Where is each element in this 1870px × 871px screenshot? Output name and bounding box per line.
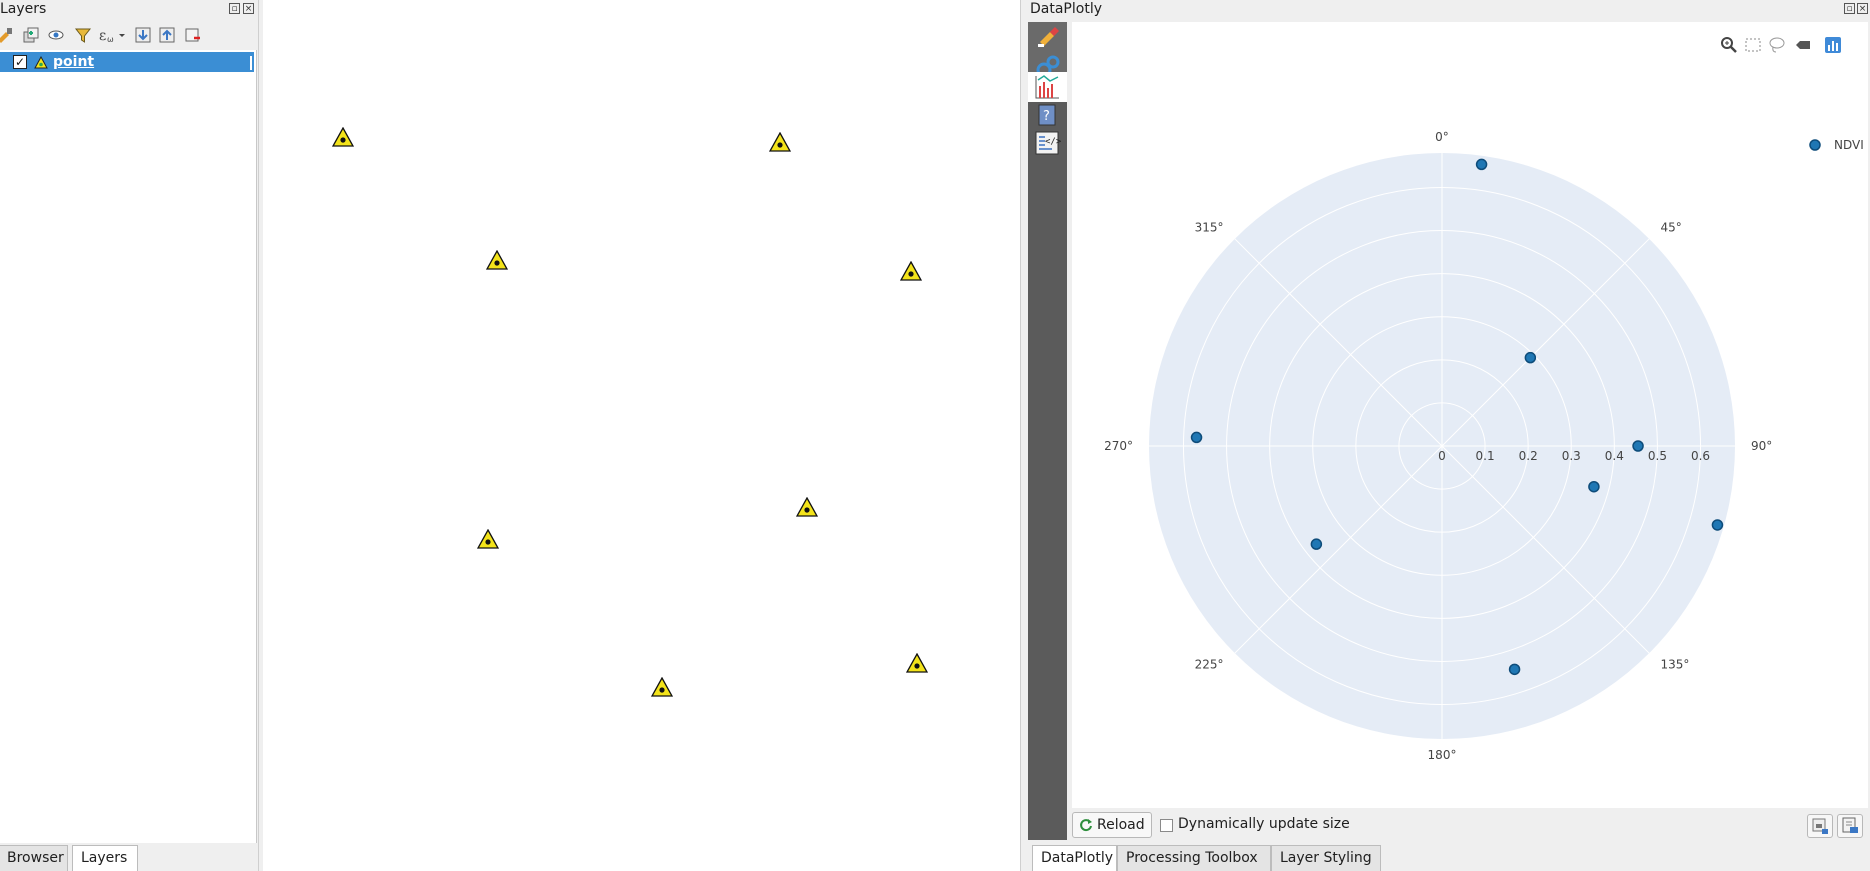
reload-icon (1080, 819, 1092, 832)
angular-tick-label: 45° (1660, 221, 1681, 235)
polar-chart[interactable]: 0° 45° 90° 135° 180° 225° 270° 315° 0 0.1 0.2 0.3 0.… (1072, 22, 1868, 808)
polar-grid (1149, 153, 1735, 739)
reload-label: Reload (1097, 817, 1145, 833)
point-feature-marker[interactable] (486, 250, 508, 270)
radial-tick-label: 0.4 (1605, 449, 1624, 463)
data-point[interactable] (1524, 351, 1537, 364)
point-feature-marker[interactable] (769, 132, 791, 152)
data-point[interactable] (1508, 663, 1521, 676)
dataplotly-bottom-tabs: DataPlotly Processing Toolbox Layer Styl… (1028, 843, 1870, 871)
point-feature-marker[interactable] (332, 127, 354, 147)
code-icon: </> (1035, 131, 1062, 155)
data-point[interactable] (1475, 158, 1488, 171)
dynamic-update-checkbox[interactable] (1160, 819, 1173, 832)
angular-tick-label: 90° (1751, 439, 1772, 453)
plot-list-icon (1035, 75, 1059, 99)
radial-tick-label: 0.2 (1519, 449, 1538, 463)
layers-panel: Layers ▫ × εω ✓ point Browser Layers (0, 0, 258, 871)
angular-tick-label: 315° (1195, 221, 1224, 235)
export-plot-button[interactable] (1837, 814, 1863, 838)
export-plot-icon (1842, 817, 1858, 833)
plot-properties-button[interactable] (1028, 22, 1067, 52)
filter-icon[interactable] (74, 26, 92, 44)
point-feature-marker[interactable] (477, 529, 499, 549)
layers-bottom-tabs: Browser Layers (0, 843, 258, 871)
help-button[interactable]: ? (1028, 100, 1067, 130)
svg-text:?: ? (1043, 109, 1050, 124)
legend-marker-ndvi (1809, 139, 1821, 151)
expand-all-icon[interactable] (134, 26, 152, 44)
tab-browser[interactable]: Browser (0, 845, 68, 871)
legend[interactable]: NDVI (1809, 138, 1864, 152)
layer-name[interactable]: point (53, 54, 94, 70)
layer-row-edge (250, 56, 252, 70)
point-feature-marker[interactable] (796, 497, 818, 517)
layers-titlebar: Layers ▫ × (0, 0, 258, 20)
svg-text:ω: ω (107, 35, 114, 44)
data-point[interactable] (1190, 431, 1203, 444)
point-feature-marker[interactable] (651, 677, 673, 697)
float-panel-icon[interactable]: ▫ (229, 3, 240, 14)
plot-list-button[interactable] (1028, 72, 1067, 102)
tab-processing-toolbox[interactable]: Processing Toolbox (1117, 845, 1271, 871)
dataplotly-title: DataPlotly (1030, 1, 1102, 17)
angular-tick-label: 225° (1195, 657, 1224, 671)
filter-expression-icon[interactable]: εω (98, 26, 116, 44)
float-panel-icon[interactable]: ▫ (1844, 3, 1855, 14)
remove-layer-icon[interactable] (184, 26, 202, 44)
help-icon: ? (1038, 104, 1056, 126)
point-layer-icon (34, 56, 48, 69)
tab-dataplotly[interactable]: DataPlotly (1032, 845, 1117, 871)
layer-item-point[interactable]: ✓ point (0, 52, 254, 72)
plot-area[interactable]: 0° 45° 90° 135° 180° 225° 270° 315° 0 0.1 0.2 0.3 0.… (1072, 22, 1868, 808)
point-feature-marker[interactable] (900, 261, 922, 281)
save-plot-button[interactable] (1807, 814, 1833, 838)
radial-tick-label: 0.3 (1562, 449, 1581, 463)
add-group-icon[interactable] (22, 26, 40, 44)
code-button[interactable]: </> (1028, 128, 1067, 158)
dataplotly-sidebar: ? </> (1028, 22, 1067, 840)
close-panel-icon[interactable]: × (1857, 3, 1868, 14)
svg-text:</>: </> (1045, 137, 1062, 147)
tab-layer-styling[interactable]: Layer Styling (1271, 845, 1381, 871)
angular-tick-label: 135° (1660, 657, 1689, 671)
radial-tick-label: 0 (1438, 449, 1446, 463)
layers-toolbar: εω (0, 22, 258, 48)
layers-tree: ✓ point (0, 50, 257, 843)
angular-tick-label: 180° (1428, 748, 1457, 762)
chevron-down-icon[interactable] (117, 26, 127, 44)
data-point[interactable] (1632, 440, 1644, 452)
radial-tick-label: 0.1 (1476, 449, 1495, 463)
radial-tick-label: 0.6 (1691, 449, 1710, 463)
svg-text:ε: ε (99, 28, 106, 44)
point-feature-marker[interactable] (906, 653, 928, 673)
plot-properties-icon (1038, 27, 1059, 47)
data-point[interactable] (1588, 480, 1600, 493)
collapse-all-icon[interactable] (158, 26, 176, 44)
layer-visibility-checkbox[interactable]: ✓ (13, 55, 27, 69)
layers-panel-title: Layers (0, 1, 47, 17)
close-panel-icon[interactable]: × (243, 3, 254, 14)
dataplotly-panel: DataPlotly ▫ × ? </> 0° 45° 90° 135° 180… (1028, 0, 1870, 871)
panel-splitter[interactable] (1020, 0, 1028, 871)
angular-tick-label: 0° (1435, 130, 1449, 144)
map-canvas[interactable] (263, 0, 1020, 871)
style-layer-icon[interactable] (0, 26, 14, 44)
reload-button[interactable]: Reload (1072, 812, 1152, 838)
visibility-icon[interactable] (48, 26, 66, 44)
data-point[interactable] (1711, 519, 1724, 531)
radial-tick-label: 0.5 (1648, 449, 1667, 463)
tab-layers[interactable]: Layers (72, 845, 138, 871)
angular-tick-label: 270° (1104, 439, 1133, 453)
dynamic-update-label[interactable]: Dynamically update size (1178, 816, 1350, 832)
data-point[interactable] (1310, 538, 1323, 550)
legend-label-ndvi: NDVI (1834, 138, 1864, 152)
save-plot-icon (1812, 818, 1828, 834)
